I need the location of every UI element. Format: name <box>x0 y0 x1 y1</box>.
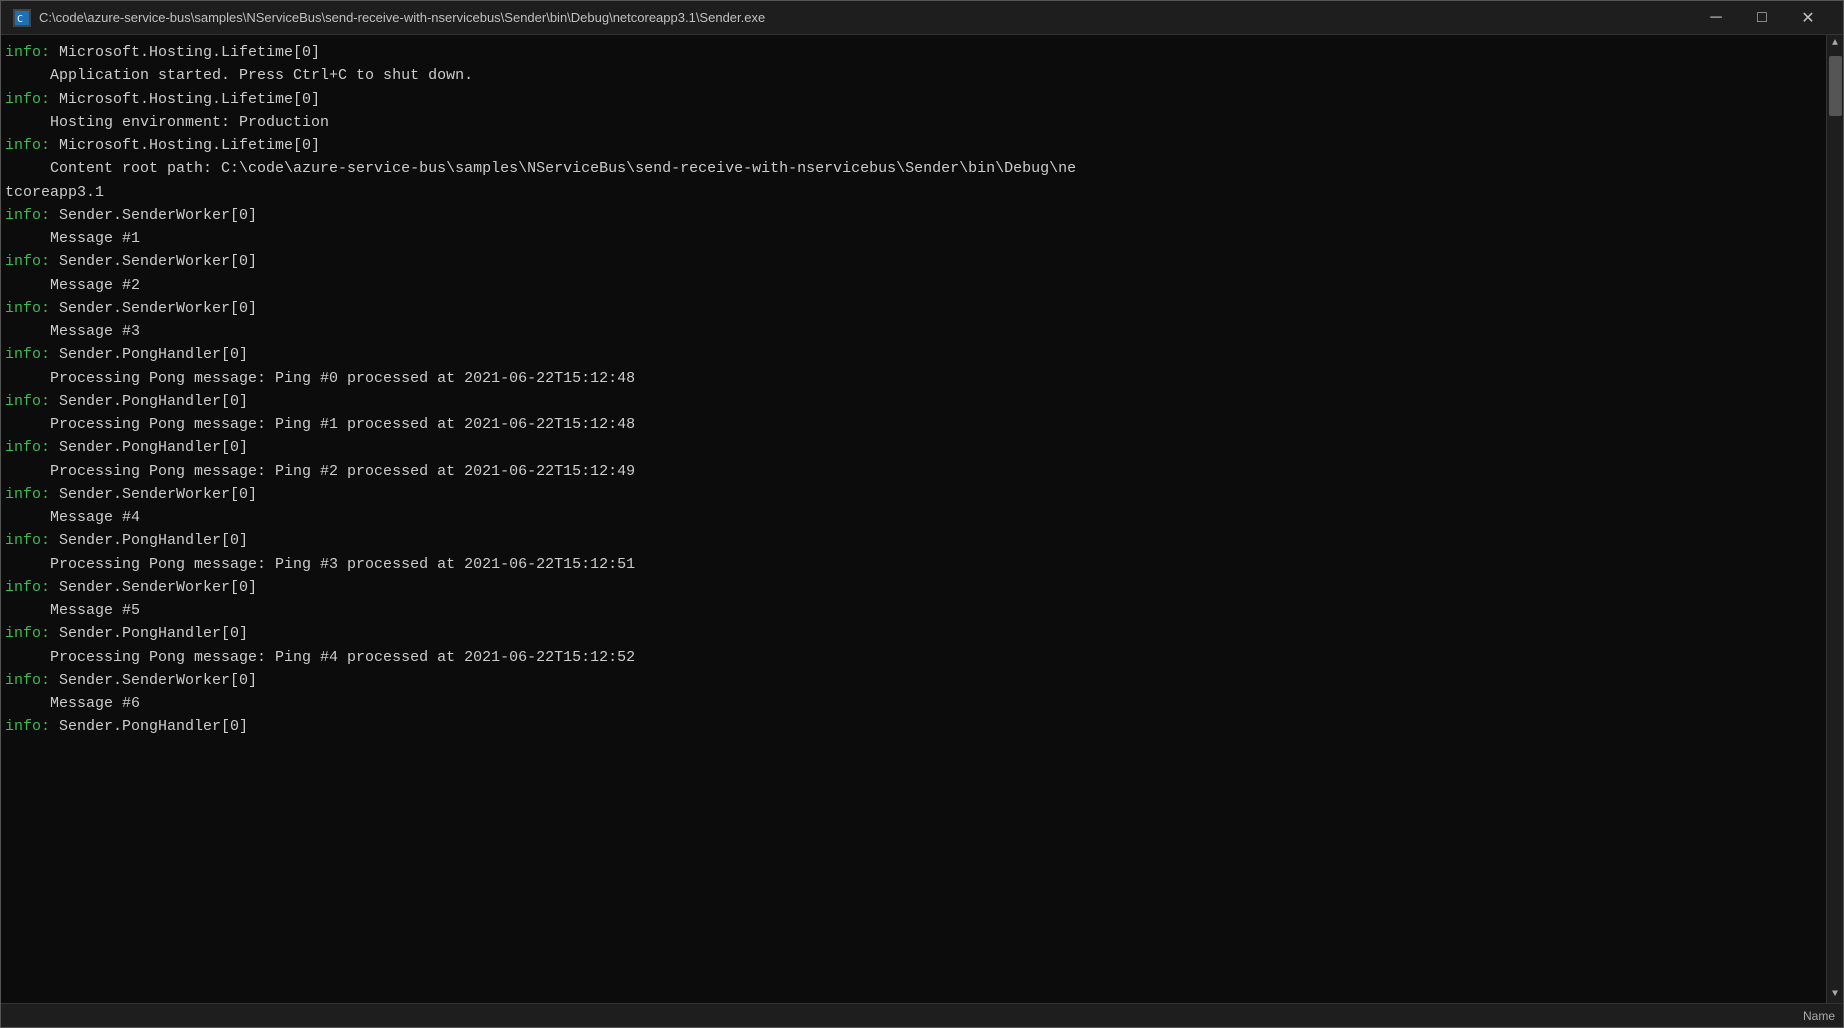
log-line: Hosting environment: Production <box>5 111 1822 134</box>
log-label: info: <box>5 346 50 363</box>
log-source: Sender.PongHandler[0] <box>50 625 248 642</box>
log-label: info: <box>5 532 50 549</box>
log-message: Application started. Press Ctrl+C to shu… <box>5 67 473 84</box>
app-icon: C <box>13 9 31 27</box>
log-label: info: <box>5 486 50 503</box>
scroll-up-arrow[interactable]: ▲ <box>1827 35 1844 52</box>
console-window: C C:\code\azure-service-bus\samples\NSer… <box>0 0 1844 1028</box>
log-source: Sender.PongHandler[0] <box>50 439 248 456</box>
log-line: info: Sender.SenderWorker[0] <box>5 483 1822 506</box>
console-output: info: Microsoft.Hosting.Lifetime[0] Appl… <box>1 35 1826 1003</box>
log-label: info: <box>5 44 50 61</box>
log-label: info: <box>5 207 50 224</box>
log-line: Message #2 <box>5 274 1822 297</box>
log-line: Processing Pong message: Ping #3 process… <box>5 553 1822 576</box>
log-source: Sender.PongHandler[0] <box>50 393 248 410</box>
title-bar: C C:\code\azure-service-bus\samples\NSer… <box>1 1 1843 35</box>
window-controls: ─ □ ✕ <box>1693 1 1831 35</box>
log-line: info: Sender.PongHandler[0] <box>5 529 1822 552</box>
log-line: Processing Pong message: Ping #1 process… <box>5 413 1822 436</box>
log-label: info: <box>5 393 50 410</box>
log-message: Message #1 <box>5 230 140 247</box>
log-source: Microsoft.Hosting.Lifetime[0] <box>50 91 320 108</box>
log-label: info: <box>5 137 50 154</box>
scrollbar-thumb[interactable] <box>1829 56 1842 116</box>
log-label: info: <box>5 253 50 270</box>
console-area: info: Microsoft.Hosting.Lifetime[0] Appl… <box>1 35 1843 1003</box>
log-line: info: Sender.SenderWorker[0] <box>5 576 1822 599</box>
status-name-label: Name <box>1803 1009 1835 1023</box>
log-message: Message #2 <box>5 277 140 294</box>
log-label: info: <box>5 672 50 689</box>
log-line: Message #5 <box>5 599 1822 622</box>
log-line: info: Sender.SenderWorker[0] <box>5 669 1822 692</box>
log-line: info: Sender.SenderWorker[0] <box>5 250 1822 273</box>
log-line: info: Sender.PongHandler[0] <box>5 622 1822 645</box>
log-line: tcoreapp3.1 <box>5 181 1822 204</box>
log-label: info: <box>5 718 50 735</box>
log-line: Content root path: C:\code\azure-service… <box>5 157 1822 180</box>
scrollbar[interactable]: ▲ ▼ <box>1826 35 1843 1003</box>
log-source: Sender.SenderWorker[0] <box>50 253 257 270</box>
log-line: info: Sender.PongHandler[0] <box>5 390 1822 413</box>
log-label: info: <box>5 579 50 596</box>
log-message: Message #3 <box>5 323 140 340</box>
log-source: Sender.PongHandler[0] <box>50 718 248 735</box>
log-message: Message #4 <box>5 509 140 526</box>
log-label: info: <box>5 625 50 642</box>
log-label: info: <box>5 91 50 108</box>
log-source: Sender.PongHandler[0] <box>50 346 248 363</box>
log-source: Sender.SenderWorker[0] <box>50 579 257 596</box>
log-message: Message #5 <box>5 602 140 619</box>
log-source: Sender.PongHandler[0] <box>50 532 248 549</box>
log-line: Processing Pong message: Ping #0 process… <box>5 367 1822 390</box>
log-message: Processing Pong message: Ping #0 process… <box>5 370 635 387</box>
log-line: info: Sender.PongHandler[0] <box>5 715 1822 738</box>
scroll-down-arrow[interactable]: ▼ <box>1827 986 1844 1003</box>
log-line: info: Sender.SenderWorker[0] <box>5 204 1822 227</box>
log-source: Sender.SenderWorker[0] <box>50 672 257 689</box>
close-button[interactable]: ✕ <box>1785 1 1831 35</box>
log-line: Message #4 <box>5 506 1822 529</box>
log-source: Sender.SenderWorker[0] <box>50 486 257 503</box>
status-bar: Name <box>1 1003 1843 1027</box>
log-message: Content root path: C:\code\azure-service… <box>5 160 1076 177</box>
log-line: Message #6 <box>5 692 1822 715</box>
maximize-button[interactable]: □ <box>1739 1 1785 35</box>
scrollbar-track[interactable] <box>1827 52 1843 986</box>
log-label: info: <box>5 439 50 456</box>
log-line: info: Microsoft.Hosting.Lifetime[0] <box>5 88 1822 111</box>
log-source: Sender.SenderWorker[0] <box>50 300 257 317</box>
log-source: Microsoft.Hosting.Lifetime[0] <box>50 137 320 154</box>
log-label: info: <box>5 300 50 317</box>
log-source: Microsoft.Hosting.Lifetime[0] <box>50 44 320 61</box>
log-line: Application started. Press Ctrl+C to shu… <box>5 64 1822 87</box>
log-message: Processing Pong message: Ping #2 process… <box>5 463 635 480</box>
log-message: Processing Pong message: Ping #4 process… <box>5 649 635 666</box>
log-source: Sender.SenderWorker[0] <box>50 207 257 224</box>
log-line: Message #3 <box>5 320 1822 343</box>
svg-text:C: C <box>17 14 23 25</box>
log-message: Message #6 <box>5 695 140 712</box>
log-message: Hosting environment: Production <box>5 114 329 131</box>
minimize-button[interactable]: ─ <box>1693 1 1739 35</box>
log-line: info: Sender.PongHandler[0] <box>5 436 1822 459</box>
log-line: Message #1 <box>5 227 1822 250</box>
log-message: tcoreapp3.1 <box>5 184 104 201</box>
log-message: Processing Pong message: Ping #3 process… <box>5 556 635 573</box>
log-line: info: Microsoft.Hosting.Lifetime[0] <box>5 41 1822 64</box>
log-line: info: Sender.PongHandler[0] <box>5 343 1822 366</box>
window-title: C:\code\azure-service-bus\samples\NServi… <box>39 10 1685 25</box>
log-line: Processing Pong message: Ping #4 process… <box>5 646 1822 669</box>
log-line: Processing Pong message: Ping #2 process… <box>5 460 1822 483</box>
log-line: info: Sender.SenderWorker[0] <box>5 297 1822 320</box>
log-line: info: Microsoft.Hosting.Lifetime[0] <box>5 134 1822 157</box>
log-message: Processing Pong message: Ping #1 process… <box>5 416 635 433</box>
